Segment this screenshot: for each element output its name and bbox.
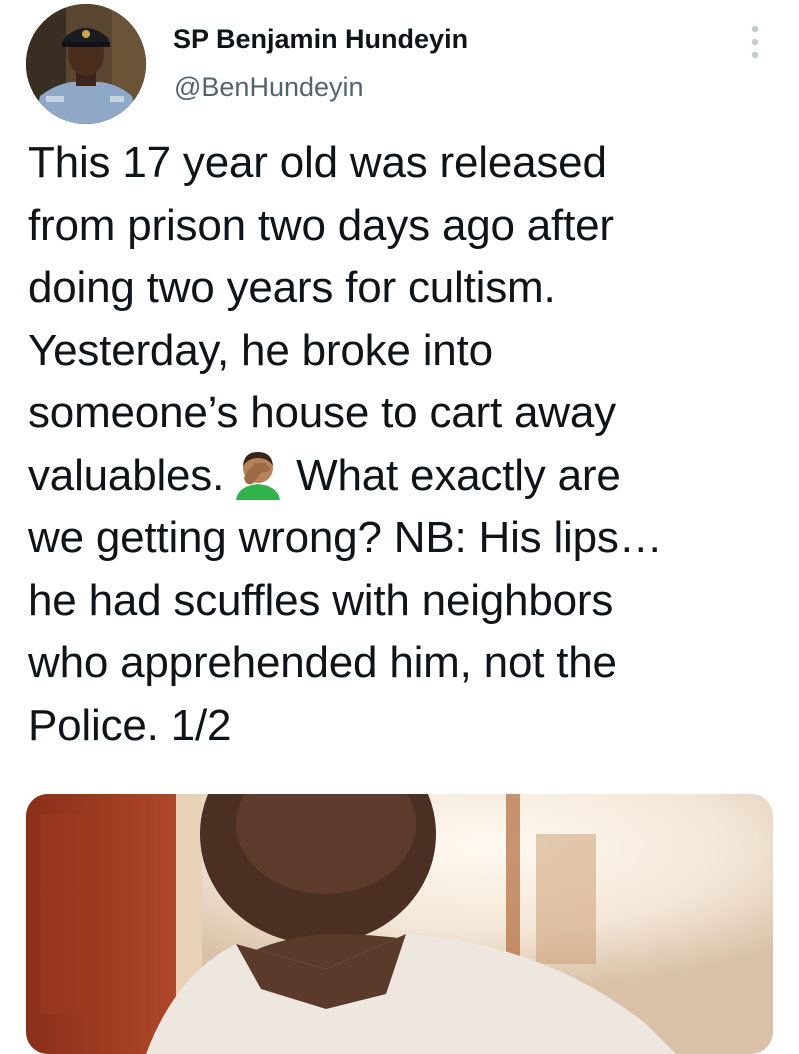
more-vertical-icon [751,25,759,59]
author-display-name[interactable]: SP Benjamin Hundeyin [173,24,468,55]
author-handle[interactable]: @BenHundeyin [174,72,364,103]
tweet-line: doing two years for cultism. [28,263,556,312]
tweet-text: This 17 year old was released from priso… [28,132,768,757]
tweet-line-with-emoji: valuables. What exactly are [28,445,768,508]
tweet-line: This 17 year old was released [28,138,607,187]
tweet-line-part: What exactly are [296,450,621,500]
more-options-button[interactable] [740,20,770,64]
tweet-line: he had scuffles with neighbors [28,575,614,625]
man-facepalming-emoji [230,448,286,500]
tweet-line: Police. 1/2 [28,700,232,750]
tweet-line: someone’s house to cart away [28,388,616,437]
tweet-header: SP Benjamin Hundeyin @BenHundeyin [0,0,799,130]
tweet-line: from prison two days ago after [28,200,614,250]
tweet-photo[interactable] [26,794,773,1054]
tweet-line: who apprehended him, not the [28,638,617,687]
tweet-line: we getting wrong? NB: His lips… [28,513,663,562]
tweet-line: Yesterday, he broke into [28,325,493,375]
avatar[interactable] [26,4,146,124]
tweet-line-part: valuables. [28,450,225,500]
